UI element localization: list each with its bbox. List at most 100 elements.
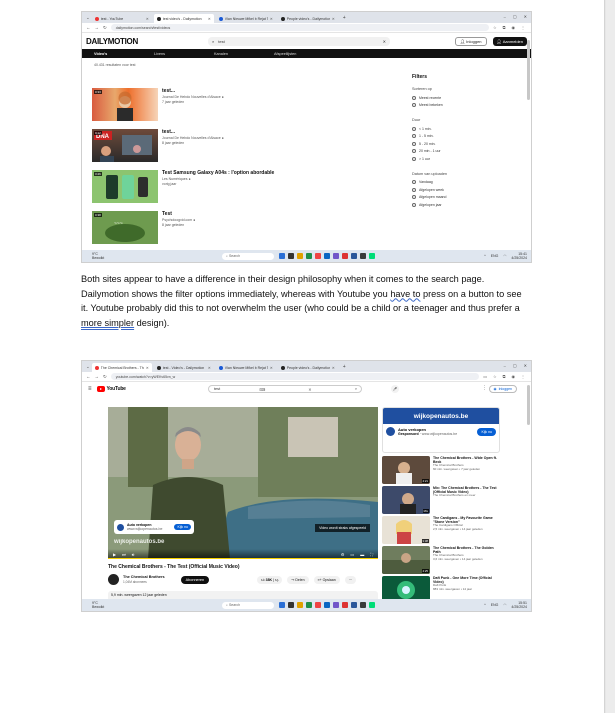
share-button[interactable]: ↪ Delen	[287, 576, 309, 584]
play-icon[interactable]: ▶	[113, 552, 116, 557]
list-item[interactable]: 4:25 The Chemical Brothers - The Golden …	[382, 546, 502, 575]
tab-menu-icon[interactable]: ⌄	[86, 364, 90, 370]
subscribe-button[interactable]: Abonneren	[180, 575, 210, 584]
video-thumbnail[interactable]: 3:38	[382, 516, 430, 544]
login-button[interactable]: 👤︎ Inloggen	[454, 36, 487, 46]
result-title[interactable]: test...	[162, 129, 224, 136]
app-icon[interactable]	[333, 253, 339, 259]
ad-progress-bar[interactable]	[108, 558, 378, 559]
page-scrollbar[interactable]	[527, 40, 530, 100]
browser-tab[interactable]: test - YouTube ✕	[92, 14, 152, 23]
save-button[interactable]: ≡+ Opslaan	[313, 576, 340, 584]
overlay-ad[interactable]: Auto verkopen www.wijkopenautos.be Kijk n…	[114, 520, 194, 534]
video-thumbnail[interactable]: 4:25	[382, 546, 430, 574]
app-icon[interactable]	[369, 253, 375, 259]
cast-icon[interactable]: ▭	[483, 374, 487, 379]
radio-icon[interactable]	[412, 126, 416, 131]
edge-icon[interactable]	[324, 602, 330, 608]
wifi-icon[interactable]: ◠	[503, 254, 506, 258]
ad-banner[interactable]: wijkopenautos.be	[383, 408, 499, 424]
word-icon[interactable]	[351, 253, 357, 259]
next-icon[interactable]: ⏭	[122, 552, 126, 557]
close-tab-icon[interactable]: ✕	[146, 17, 149, 21]
weather-widget[interactable]: 9°C Bewolkt	[82, 601, 142, 609]
clear-search-icon[interactable]: ✕	[308, 387, 311, 392]
browser-tab[interactable]: test - Video's - Dailymotion ✕	[154, 363, 214, 372]
radio-icon[interactable]	[412, 95, 416, 100]
tab-live[interactable]: Livens	[154, 52, 214, 56]
maximize-icon[interactable]: ▢	[513, 14, 517, 19]
windows-start-icon[interactable]	[279, 253, 285, 259]
filter-option[interactable]: 5 - 20 min.	[412, 140, 512, 148]
star-icon[interactable]: ☆	[493, 374, 497, 379]
list-item[interactable]: 3:26 Test Samsung Galaxy A04s : l'option…	[92, 170, 274, 203]
video-thumbnail[interactable]: DNA 0:12	[92, 129, 158, 162]
microphone-icon[interactable]: 🎤︎	[391, 385, 399, 393]
forward-icon[interactable]: →	[95, 25, 100, 30]
grammar-flag[interactable]: have to	[390, 289, 420, 299]
video-thumbnail[interactable]: ~~~ 0:38	[92, 211, 158, 244]
theater-icon[interactable]: ▬	[360, 552, 364, 557]
app-icon[interactable]	[342, 253, 348, 259]
tab-menu-icon[interactable]: ⌄	[86, 15, 90, 21]
app-icon[interactable]	[360, 253, 366, 259]
video-thumbnail[interactable]: 3:26	[92, 170, 158, 203]
close-tab-icon[interactable]: ✕	[270, 366, 273, 370]
dailymotion-logo[interactable]: DAILYMOTION	[86, 37, 186, 46]
address-bar[interactable]: dailymotion.com/search/test/videos	[110, 24, 490, 31]
extensions-icon[interactable]: ⧉	[503, 25, 506, 30]
skip-ad-notice[interactable]: Video wordt straks afgespeeld	[315, 524, 370, 532]
filter-option[interactable]: 20 min - 1 uur	[412, 148, 512, 156]
profile-icon[interactable]: ◉	[512, 25, 516, 30]
edge-icon[interactable]	[324, 253, 330, 259]
watch-now-button[interactable]: Kijk nu	[477, 427, 496, 436]
chrome-icon[interactable]	[315, 253, 321, 259]
filter-option[interactable]: Meest bekeken	[412, 102, 512, 110]
search-icon[interactable]: ⌕	[355, 387, 357, 391]
back-icon[interactable]: ←	[86, 25, 91, 30]
minimize-icon[interactable]: –	[504, 363, 506, 368]
weather-widget[interactable]: 9°C Bewolkt	[82, 252, 142, 260]
list-item[interactable]: Mix Mix: The Chemical Brothers - The Tes…	[382, 486, 502, 515]
extensions-icon[interactable]: ⧉	[503, 374, 506, 379]
avatar[interactable]	[108, 574, 119, 585]
star-icon[interactable]: ☆	[493, 25, 497, 30]
word-icon[interactable]	[351, 602, 357, 608]
taskbar-search[interactable]: ⌕ Search	[222, 252, 274, 260]
page-scrollbar[interactable]	[527, 385, 530, 425]
profile-icon[interactable]: ◉	[512, 374, 516, 379]
new-tab-icon[interactable]: +	[340, 15, 349, 21]
browser-tab-active[interactable]: The Chemical Brothers - The Te...✕	[91, 363, 152, 372]
browser-tab[interactable]: People video's - Dailymotion ✕	[278, 14, 338, 23]
task-view-icon[interactable]	[288, 602, 294, 608]
tab-videos[interactable]: Video's	[94, 52, 154, 56]
more-actions-icon[interactable]: ⋯	[344, 576, 357, 584]
keyboard-icon[interactable]: ⌨	[259, 387, 264, 392]
close-tab-icon[interactable]: ✕	[270, 17, 273, 21]
close-tab-icon[interactable]: ✕	[146, 366, 149, 370]
youtube-logo[interactable]: YouTube	[96, 386, 197, 392]
minimize-icon[interactable]: –	[504, 14, 506, 19]
browser-tab[interactable]: Vlan Nieuwe Mfkel b Rejat Tm...✕	[216, 14, 276, 23]
new-tab-icon[interactable]: +	[340, 364, 349, 370]
result-title[interactable]: Test Samsung Galaxy A04s : l'option abor…	[162, 170, 274, 177]
more-options-icon[interactable]: ⋮	[482, 385, 487, 391]
radio-icon[interactable]	[412, 149, 416, 154]
reload-icon[interactable]: ↻	[103, 374, 107, 380]
video-thumbnail[interactable]: Mix	[382, 486, 430, 514]
filter-option[interactable]: Afgelopen jaar	[412, 201, 512, 209]
settings-icon[interactable]: ⚙	[341, 552, 345, 557]
filter-option[interactable]: Afgelopen week	[412, 186, 512, 194]
grammar-flag[interactable]: more simpler	[81, 318, 134, 328]
browser-tab[interactable]: Vlan Nieuwe Mfkel b Rejat Tm...✕	[216, 363, 276, 372]
filter-option[interactable]: Meest recente	[412, 94, 512, 102]
file-explorer-icon[interactable]	[297, 253, 303, 259]
app-icon[interactable]	[360, 602, 366, 608]
video-player[interactable]: Auto verkopen www.wijkopenautos.be Kijk n…	[108, 407, 378, 559]
list-item[interactable]: ~~~ 0:38 Test Psycholoogvid.com ● 8 jaar…	[92, 211, 274, 244]
result-title[interactable]: Test	[162, 211, 195, 218]
app-icon[interactable]	[369, 602, 375, 608]
address-bar[interactable]: youtube.com/watch?v=yWEKv65vn_w	[110, 373, 480, 380]
radio-icon[interactable]	[412, 134, 416, 139]
task-view-icon[interactable]	[288, 253, 294, 259]
